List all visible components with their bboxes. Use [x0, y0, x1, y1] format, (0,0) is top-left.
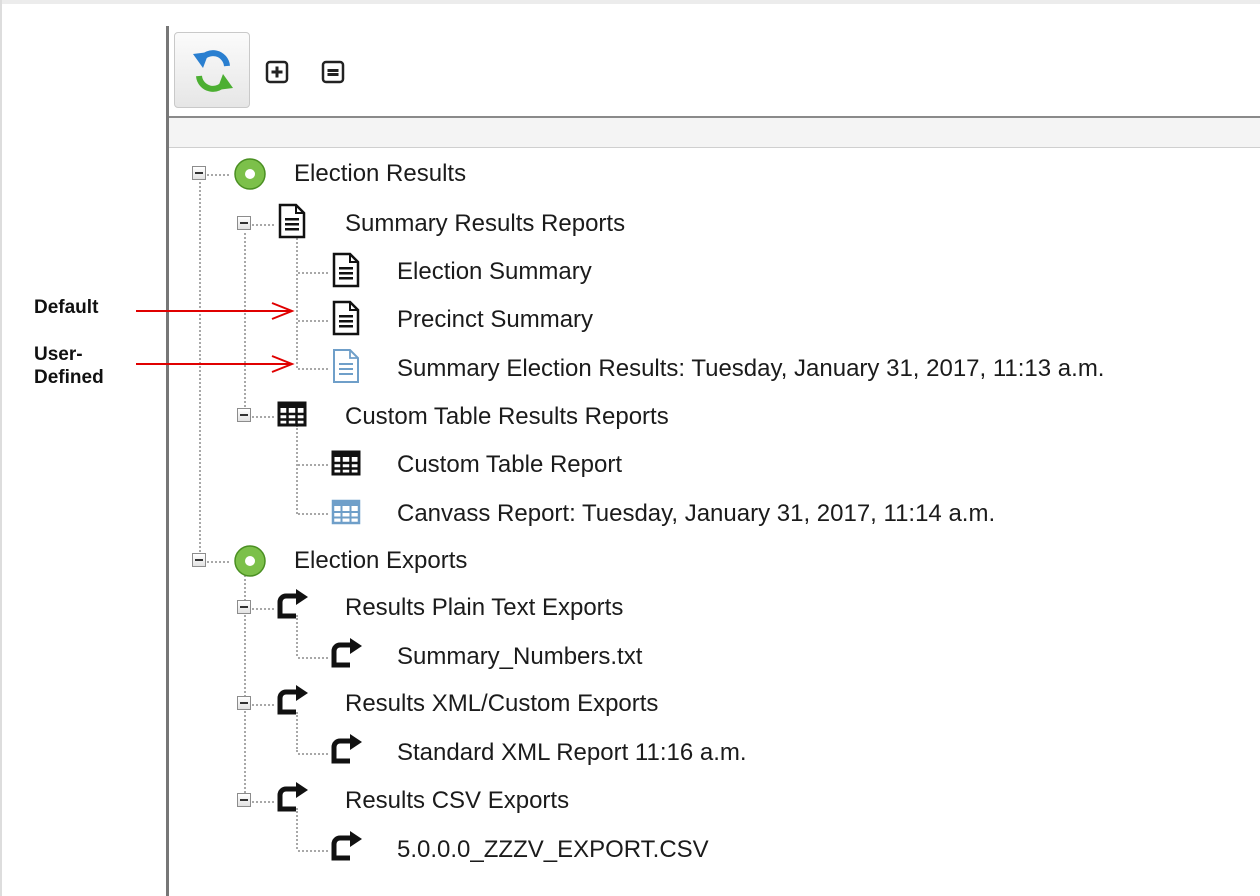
annotation-arrow-user-defined: [136, 355, 295, 373]
tree-line: [252, 608, 274, 610]
export-arrow-icon: [276, 781, 310, 818]
tree-line: [298, 657, 328, 659]
annotation-arrow-default: [136, 302, 295, 320]
collapse-all-button[interactable]: [321, 60, 345, 84]
report-canvass[interactable]: Canvass Report: Tuesday, January 31, 201…: [397, 500, 995, 528]
tree-line: [252, 704, 274, 706]
collapse-toggle-election-exports[interactable]: [192, 553, 206, 567]
tree-node-table-reports[interactable]: Custom Table Results Reports: [345, 403, 669, 431]
tree-line: [298, 320, 328, 322]
tree-line: [244, 233, 246, 415]
tree-line: [298, 513, 328, 515]
annotation-user-defined-line2: Defined: [34, 367, 104, 388]
page-top-edge: [0, 0, 1260, 4]
expand-all-button[interactable]: [265, 60, 289, 84]
tree-line: [296, 233, 298, 368]
green-circle-icon: [231, 542, 269, 585]
tree-node-plain-text-exports[interactable]: Results Plain Text Exports: [345, 594, 623, 622]
collapse-toggle-xml-exports[interactable]: [237, 696, 251, 710]
expand-all-icon: [265, 60, 289, 84]
document-icon: [277, 203, 307, 244]
tree-node-election-results[interactable]: Election Results: [294, 160, 466, 188]
table-icon-user-defined: [331, 499, 361, 530]
tree-line: [244, 563, 246, 801]
annotation-user-defined-line1: User-: [34, 344, 83, 365]
export-summary-numbers[interactable]: Summary_Numbers.txt: [397, 643, 642, 671]
tree-header-bar: [169, 116, 1260, 148]
tree-line: [298, 368, 328, 370]
export-arrow-icon: [276, 588, 310, 625]
export-standard-xml-report[interactable]: Standard XML Report 11:16 a.m.: [397, 739, 747, 767]
tree-line: [207, 174, 229, 176]
table-icon: [277, 401, 307, 432]
page-left-edge: [0, 0, 2, 896]
export-arrow-icon: [330, 733, 364, 770]
collapse-toggle-summary-reports[interactable]: [237, 216, 251, 230]
refresh-arrows-icon: [193, 50, 233, 92]
collapse-all-icon: [321, 60, 345, 84]
green-circle-icon: [231, 155, 269, 198]
tree-node-xml-exports[interactable]: Results XML/Custom Exports: [345, 690, 658, 718]
annotation-default: Default: [34, 297, 99, 318]
tree-line: [298, 464, 328, 466]
tree-line: [252, 801, 274, 803]
collapse-toggle-election-results[interactable]: [192, 166, 206, 180]
report-custom-table[interactable]: Custom Table Report: [397, 451, 622, 479]
tree-line: [252, 416, 274, 418]
tree-node-summary-reports[interactable]: Summary Results Reports: [345, 210, 625, 238]
table-icon: [331, 450, 361, 481]
collapse-toggle-csv-exports[interactable]: [237, 793, 251, 807]
collapse-toggle-plain-text-exports[interactable]: [237, 600, 251, 614]
document-icon: [331, 252, 361, 293]
tree-line: [252, 224, 274, 226]
tree-node-election-exports[interactable]: Election Exports: [294, 547, 467, 575]
tree-line: [207, 561, 229, 563]
tree-line: [298, 753, 328, 755]
tree-line: [298, 272, 328, 274]
export-csv-file[interactable]: 5.0.0.0_ZZZV_EXPORT.CSV: [397, 836, 709, 864]
report-election-summary[interactable]: Election Summary: [397, 258, 592, 286]
refresh-button[interactable]: [174, 32, 250, 108]
tree-line: [296, 425, 298, 514]
report-precinct-summary[interactable]: Precinct Summary: [397, 306, 593, 334]
document-icon-user-defined: [331, 348, 361, 389]
tree-line: [298, 850, 328, 852]
export-arrow-icon: [276, 684, 310, 721]
export-arrow-icon: [330, 830, 364, 867]
panel-left-border: [166, 26, 169, 896]
document-icon: [331, 300, 361, 341]
export-arrow-icon: [330, 637, 364, 674]
report-summary-election-results[interactable]: Summary Election Results: Tuesday, Janua…: [397, 355, 1104, 383]
tree-node-csv-exports[interactable]: Results CSV Exports: [345, 787, 569, 815]
collapse-toggle-table-reports[interactable]: [237, 408, 251, 422]
